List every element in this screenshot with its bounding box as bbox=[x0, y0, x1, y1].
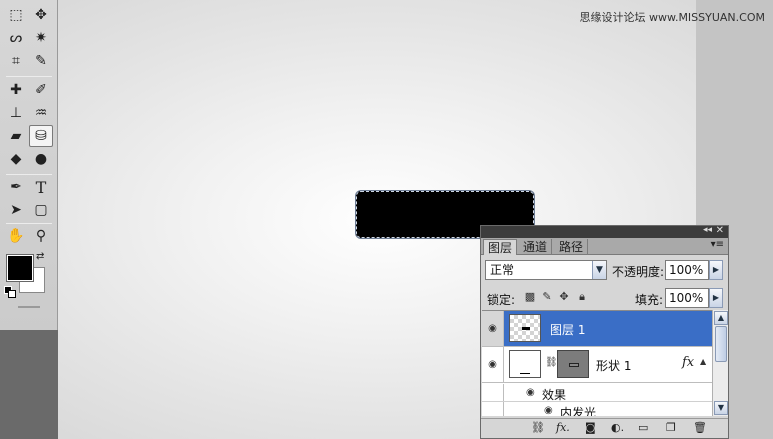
paint-bucket-tool-icon[interactable]: ⛁ bbox=[29, 125, 53, 147]
scroll-up-icon[interactable]: ▲ bbox=[714, 311, 728, 325]
blend-mode-select[interactable]: 正常 ▼ bbox=[485, 260, 607, 280]
collapse-icon[interactable]: ◂◂ bbox=[703, 225, 712, 235]
toolbar-empty-area bbox=[0, 330, 58, 439]
tools-panel: ⬚ ✥ ᔕ ✷ ⌗ ✎ ✚ ✐ ⊥ ♒ ▰ ⛁ ◆ ● ✒ T ➤ ▢ ✋ ⚲ … bbox=[0, 0, 58, 330]
lock-image-pixels-icon[interactable]: ✎ bbox=[540, 290, 554, 304]
tab-paths[interactable]: 路径 bbox=[555, 239, 589, 255]
zoom-tool-icon[interactable]: ⚲ bbox=[29, 225, 53, 247]
layers-list: ◉ 图层 1 ◉ ⛓ 形状 1 fx ▲ ◉ 效果 ◉ 内发光 bbox=[482, 310, 712, 416]
blend-row: 正常 ▼ 不透明度: 100% ▶ bbox=[485, 260, 725, 282]
fx-icon[interactable]: fx bbox=[682, 355, 694, 370]
panel-tabs: 图层 通道 路径 ▾≡ bbox=[481, 238, 728, 255]
fill-slider-arrow-icon[interactable]: ▶ bbox=[709, 288, 723, 308]
eyedropper-tool-icon[interactable]: ✎ bbox=[29, 50, 53, 72]
expand-effects-icon[interactable]: ▲ bbox=[700, 357, 706, 366]
healing-brush-tool-icon[interactable]: ✚ bbox=[4, 79, 28, 101]
vector-mask-thumbnail bbox=[557, 350, 589, 378]
lock-transparent-pixels-icon[interactable]: ▩ bbox=[523, 290, 537, 304]
opacity-input[interactable]: 100% bbox=[665, 260, 709, 280]
fill-input[interactable]: 100% bbox=[665, 288, 709, 308]
lock-row: 锁定: ▩ ✎ ✥ 🔒︎ 填充: 100% ▶ bbox=[485, 288, 725, 308]
brush-tool-icon[interactable]: ✐ bbox=[29, 79, 53, 101]
move-tool-icon[interactable]: ✥ bbox=[29, 4, 53, 26]
empty-eye-cell bbox=[482, 384, 504, 401]
layer-row-shape1[interactable]: ◉ ⛓ 形状 1 fx ▲ bbox=[482, 347, 712, 383]
lasso-tool-icon[interactable]: ᔕ bbox=[4, 27, 28, 49]
panel-footer: ⛓ fx. ◙ ◐. ▭ ❐ 🗑︎ bbox=[481, 418, 728, 438]
empty-eye-cell bbox=[482, 402, 504, 416]
effects-label: 效果 bbox=[542, 388, 567, 402]
eye-icon[interactable]: ◉ bbox=[544, 402, 553, 416]
link-icon[interactable]: ⛓ bbox=[545, 357, 558, 368]
tab-channels[interactable]: 通道 bbox=[519, 239, 553, 255]
crop-tool-icon[interactable]: ⌗ bbox=[4, 50, 28, 72]
swap-colors-icon[interactable]: ⇄ bbox=[36, 251, 44, 262]
hand-tool-icon[interactable]: ✋ bbox=[4, 225, 28, 247]
clone-stamp-tool-icon[interactable]: ⊥ bbox=[4, 102, 28, 124]
watermark-text: 思缘设计论坛 www.MISSYUAN.COM bbox=[579, 11, 765, 24]
blend-mode-value: 正常 bbox=[490, 263, 515, 277]
toolbar-separator bbox=[6, 174, 52, 175]
add-mask-icon[interactable]: ◙ bbox=[585, 421, 596, 435]
toolbar-separator bbox=[6, 223, 52, 224]
layer-thumbnail bbox=[509, 350, 541, 378]
layer-name[interactable]: 形状 1 bbox=[596, 357, 631, 374]
effect-item-inner-glow[interactable]: ◉ 内发光 bbox=[482, 402, 712, 416]
panel-menu-icon[interactable]: ▾≡ bbox=[711, 239, 724, 250]
marquee-tool-icon[interactable]: ⬚ bbox=[4, 4, 28, 26]
pen-tool-icon[interactable]: ✒ bbox=[4, 176, 28, 198]
type-tool-icon[interactable]: T bbox=[29, 176, 53, 198]
effects-row[interactable]: ◉ 效果 bbox=[482, 384, 712, 402]
dodge-tool-icon[interactable]: ● bbox=[29, 148, 53, 170]
new-adjustment-layer-icon[interactable]: ◐. bbox=[611, 421, 624, 435]
layer-thumbnail bbox=[509, 314, 541, 342]
close-icon[interactable]: ✕ bbox=[716, 225, 724, 236]
eye-icon[interactable]: ◉ bbox=[482, 347, 504, 382]
path-selection-tool-icon[interactable]: ➤ bbox=[4, 199, 28, 221]
magic-wand-tool-icon[interactable]: ✷ bbox=[29, 27, 53, 49]
default-colors-icon[interactable] bbox=[4, 286, 16, 298]
eraser-tool-icon[interactable]: ▰ bbox=[4, 125, 28, 147]
chevron-down-icon[interactable]: ▼ bbox=[592, 261, 606, 279]
fill-label: 填充: bbox=[635, 293, 664, 307]
scroll-thumb[interactable] bbox=[715, 326, 727, 362]
lock-all-icon[interactable]: 🔒︎ bbox=[575, 290, 589, 304]
opacity-slider-arrow-icon[interactable]: ▶ bbox=[709, 260, 723, 280]
foreground-color-swatch[interactable] bbox=[6, 254, 34, 282]
layer-row-layer1[interactable]: ◉ 图层 1 bbox=[482, 311, 712, 347]
lock-label: 锁定: bbox=[487, 293, 516, 307]
opacity-label: 不透明度: bbox=[612, 265, 665, 279]
history-brush-tool-icon[interactable]: ♒ bbox=[29, 102, 53, 124]
add-layer-style-icon[interactable]: fx. bbox=[556, 421, 570, 435]
panel-titlebar[interactable]: ◂◂ ✕ bbox=[481, 225, 728, 238]
effect-name: 内发光 bbox=[560, 406, 597, 416]
link-layers-icon[interactable]: ⛓ bbox=[531, 421, 545, 435]
layers-scrollbar[interactable]: ▲ ▼ bbox=[712, 310, 728, 416]
new-layer-icon[interactable]: ❐ bbox=[666, 421, 676, 435]
scroll-down-icon[interactable]: ▼ bbox=[714, 401, 728, 415]
eye-icon[interactable]: ◉ bbox=[526, 384, 535, 402]
lock-position-icon[interactable]: ✥ bbox=[557, 290, 571, 304]
tab-layers[interactable]: 图层 bbox=[483, 239, 518, 255]
delete-layer-icon[interactable]: 🗑︎ bbox=[693, 421, 707, 435]
toolbar-separator bbox=[6, 76, 52, 77]
layer-name[interactable]: 图层 1 bbox=[550, 321, 585, 338]
quick-mask-toggle[interactable] bbox=[18, 306, 40, 308]
eye-icon[interactable]: ◉ bbox=[482, 311, 504, 346]
layers-panel: ◂◂ ✕ 图层 通道 路径 ▾≡ 正常 ▼ 不透明度: 100% ▶ 锁定: ▩… bbox=[480, 225, 729, 439]
new-group-icon[interactable]: ▭ bbox=[638, 421, 648, 435]
blur-tool-icon[interactable]: ◆ bbox=[4, 148, 28, 170]
shape-tool-icon[interactable]: ▢ bbox=[29, 199, 53, 221]
